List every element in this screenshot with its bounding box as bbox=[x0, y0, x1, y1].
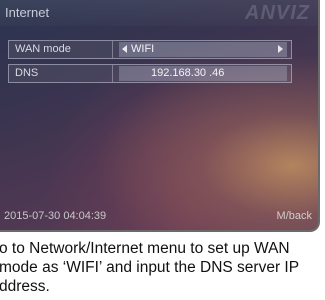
dns-field[interactable]: 192.168.30 .46 bbox=[119, 66, 287, 81]
wan-mode-label: WAN mode bbox=[15, 43, 71, 55]
device-screen: Internet ANVIZ WAN mode WIFI DNS 192.168… bbox=[0, 0, 320, 232]
dns-row[interactable]: DNS 192.168.30 .46 bbox=[8, 64, 292, 83]
screen-title: Internet bbox=[5, 5, 50, 20]
wan-mode-selector[interactable]: WIFI bbox=[119, 42, 287, 57]
wan-mode-value: WIFI bbox=[131, 43, 155, 55]
dns-label-cell: DNS bbox=[9, 65, 113, 82]
arrow-left-icon[interactable] bbox=[122, 45, 127, 53]
arrow-right-icon[interactable] bbox=[278, 45, 283, 53]
title-bar: Internet ANVIZ bbox=[0, 0, 318, 26]
caption-text: o to Network/Internet menu to set up WAN… bbox=[0, 240, 299, 295]
timestamp: 2015-07-30 04:04:39 bbox=[4, 210, 107, 222]
back-hint: M/back bbox=[276, 210, 312, 222]
wan-mode-row[interactable]: WAN mode WIFI bbox=[8, 40, 292, 59]
wan-mode-label-cell: WAN mode bbox=[9, 41, 113, 58]
brand-logo: ANVIZ bbox=[245, 2, 310, 24]
dns-label: DNS bbox=[15, 67, 39, 79]
dns-value: 192.168.30 .46 bbox=[151, 67, 225, 79]
